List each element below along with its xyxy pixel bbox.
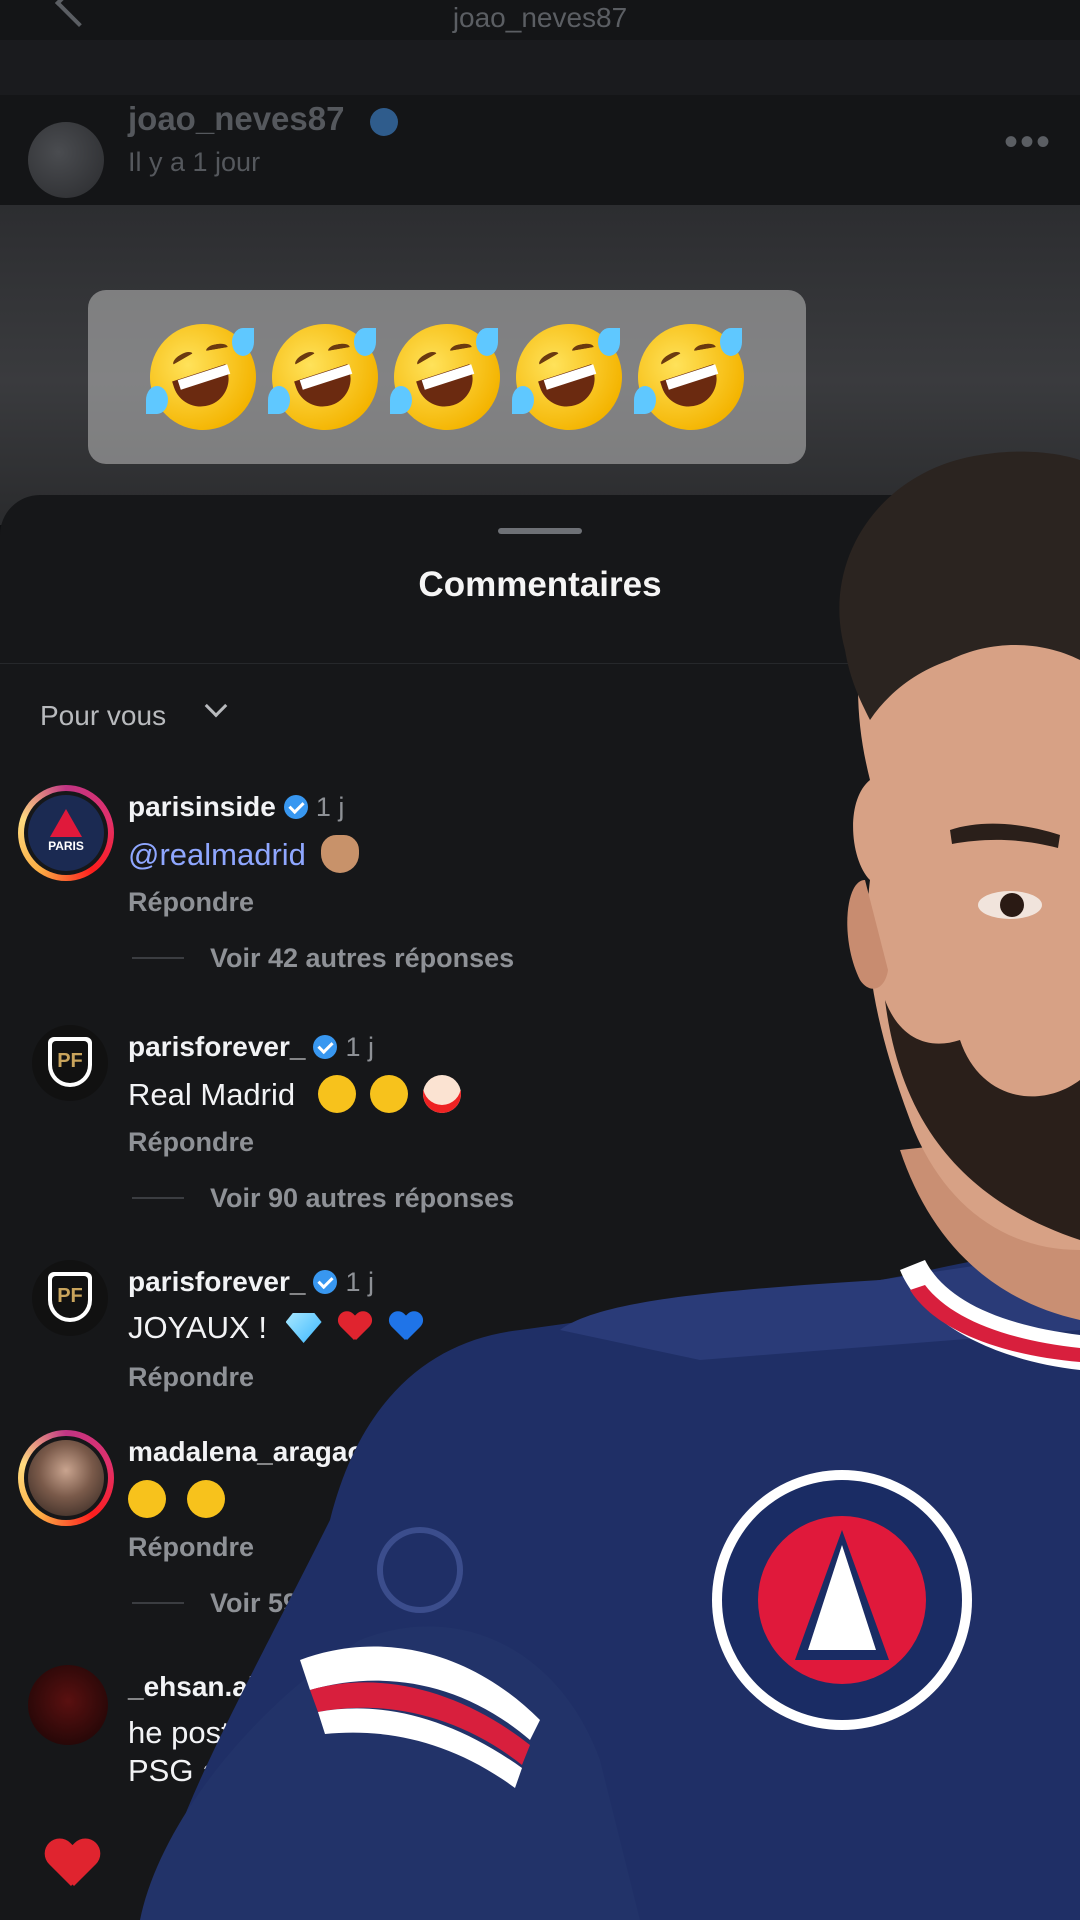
- sheet-grabber[interactable]: [498, 528, 582, 534]
- post-timestamp: Il y a 1 jour: [128, 147, 261, 177]
- waving-hand-icon: [320, 835, 359, 873]
- verified-badge-icon: [283, 795, 308, 819]
- comment-filter[interactable]: Pour vous: [40, 700, 166, 732]
- more-options-icon[interactable]: •••: [1004, 120, 1052, 165]
- top-bar-title: joao_neves87: [452, 2, 628, 33]
- face-with-tears-of-joy-rolling-icon: [136, 310, 270, 444]
- reply-button[interactable]: Répondre: [128, 1127, 254, 1158]
- comment-username[interactable]: parisinside 1 j: [128, 791, 344, 823]
- relieved-face-icon: [128, 1480, 166, 1518]
- comment-text-line-2: PSG and: [128, 1753, 254, 1788]
- comment-username[interactable]: _ehsan.alm_: [128, 1671, 296, 1703]
- emoji-caption: [88, 290, 806, 464]
- avatar[interactable]: [18, 1430, 114, 1526]
- comment-time: 1 j: [345, 1267, 374, 1297]
- face-with-tears-of-joy-rolling-icon: [502, 310, 636, 444]
- comment-text: @realmadrid: [128, 835, 359, 873]
- comment-text: JOYAUX !: [128, 1310, 423, 1346]
- chevron-down-icon[interactable]: [204, 694, 228, 718]
- top-bar: joao_neves87: [0, 0, 1080, 40]
- avatar[interactable]: PF: [32, 1260, 108, 1336]
- post-author-username[interactable]: joao_neves87: [128, 100, 344, 138]
- tears-of-joy-icon: [317, 1075, 356, 1113]
- comment-username[interactable]: parisforever_ 1 j: [128, 1266, 374, 1298]
- mention-link[interactable]: @realmadrid: [128, 837, 306, 872]
- comments-sheet: Commentaires Pour vous PARIS parisinside…: [0, 495, 1080, 1920]
- comment-username[interactable]: madalena_aragao_ 1 j: [128, 1436, 449, 1468]
- blue-heart-icon: [389, 1312, 423, 1344]
- reply-button[interactable]: Répondre: [128, 1362, 254, 1393]
- reply-button[interactable]: Répondre: [128, 1532, 254, 1563]
- comment-text: [128, 1480, 225, 1518]
- avatar[interactable]: [28, 1665, 108, 1745]
- divider: [0, 663, 1080, 664]
- reply-button[interactable]: Répondre: [128, 887, 254, 918]
- red-heart-icon: [338, 1312, 372, 1344]
- thread-line: [132, 1602, 184, 1604]
- comment-text: Real Madrid: [128, 1075, 461, 1113]
- post-author-avatar[interactable]: [28, 122, 104, 198]
- face-with-tears-of-joy-rolling-icon: [380, 310, 514, 444]
- thread-line: [132, 957, 184, 959]
- view-replies-button[interactable]: Voir 90 autres réponses: [210, 1183, 514, 1214]
- face-with-tears-of-joy-rolling-icon: [624, 310, 758, 444]
- comment-username[interactable]: parisforever_ 1 j: [128, 1031, 374, 1063]
- clown-face-icon: [423, 1075, 461, 1113]
- gem-icon: [285, 1313, 322, 1343]
- comment-time: 1 j: [315, 792, 345, 822]
- view-replies-button[interactable]: Voir 42 autres réponses: [210, 943, 514, 974]
- verified-badge-icon: [313, 1035, 338, 1059]
- avatar[interactable]: PF: [32, 1025, 108, 1101]
- avatar[interactable]: PARIS: [18, 785, 114, 881]
- heart-reaction-icon[interactable]: [44, 1840, 100, 1892]
- sheet-title: Commentaires: [418, 565, 662, 604]
- comment-time: 1 j: [345, 1032, 374, 1062]
- face-with-tears-of-joy-rolling-icon: [258, 310, 392, 444]
- verified-badge-icon: [388, 1440, 413, 1464]
- thread-line: [132, 1197, 184, 1199]
- tears-of-joy-icon: [370, 1075, 409, 1113]
- verified-badge-icon: [313, 1270, 338, 1294]
- view-replies-button[interactable]: Voir 59 aut: [210, 1588, 346, 1619]
- relieved-face-icon: [186, 1480, 225, 1518]
- verified-badge-icon: [370, 108, 398, 136]
- comment-time: 1 j: [420, 1437, 449, 1467]
- comment-text-line-1: he posted: [128, 1715, 265, 1750]
